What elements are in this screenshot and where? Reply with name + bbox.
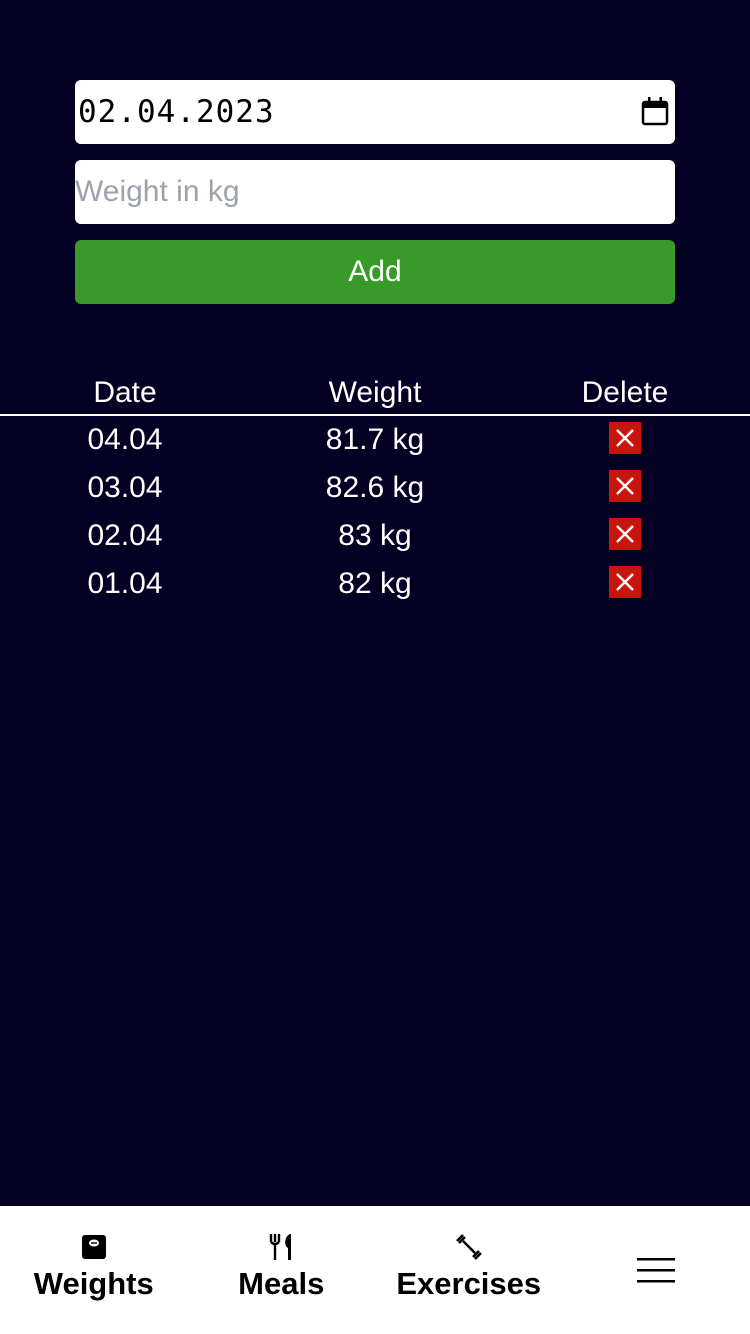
- close-icon: [616, 477, 634, 495]
- row-weight: 81.7 kg: [325, 423, 425, 456]
- hamburger-menu-icon: [637, 1258, 676, 1283]
- delete-button[interactable]: [609, 518, 641, 550]
- nav-item-menu[interactable]: [563, 1206, 750, 1334]
- weights-table: Date Weight Delete 04.04 81.7 kg 03.04 8…: [0, 370, 750, 608]
- header-date: Date: [93, 376, 157, 409]
- close-icon: [616, 429, 634, 447]
- header-weight: Weight: [328, 376, 422, 409]
- date-value[interactable]: 02.04.2023: [75, 94, 275, 130]
- nav-label-weights: Weights: [33, 1266, 154, 1301]
- weight-input[interactable]: [75, 160, 675, 224]
- close-icon: [616, 525, 634, 543]
- table-header: Date Weight Delete: [0, 370, 750, 416]
- delete-button[interactable]: [609, 422, 641, 454]
- weight-field[interactable]: [75, 160, 675, 224]
- row-weight: 82.6 kg: [325, 471, 425, 504]
- nav-item-meals[interactable]: Meals: [188, 1206, 376, 1334]
- date-field[interactable]: 02.04.2023: [75, 80, 675, 144]
- nav-label-meals: Meals: [238, 1266, 325, 1301]
- delete-button[interactable]: [609, 470, 641, 502]
- row-date: 04.04: [87, 423, 163, 456]
- header-delete: Delete: [581, 376, 669, 409]
- close-icon: [616, 573, 634, 591]
- weight-entry-form: 02.04.2023 Add: [75, 80, 675, 304]
- row-date: 03.04: [87, 471, 163, 504]
- nav-item-weights[interactable]: Weights: [0, 1206, 188, 1334]
- calendar-icon[interactable]: [641, 96, 669, 126]
- table-row: 04.04 81.7 kg: [0, 416, 750, 464]
- dumbbell-icon: [455, 1234, 482, 1260]
- add-button[interactable]: Add: [75, 240, 675, 304]
- row-date: 02.04: [87, 519, 163, 552]
- table-row: 02.04 83 kg: [0, 512, 750, 560]
- table-row: 01.04 82 kg: [0, 560, 750, 608]
- table-row: 03.04 82.6 kg: [0, 464, 750, 512]
- bottom-navbar: Weights Meals Exercises: [0, 1206, 750, 1334]
- row-date: 01.04: [87, 567, 163, 600]
- fork-knife-icon: [270, 1234, 292, 1260]
- row-weight: 83 kg: [338, 519, 412, 552]
- nav-item-exercises[interactable]: Exercises: [375, 1206, 563, 1334]
- scale-icon: [81, 1235, 106, 1259]
- delete-button[interactable]: [609, 566, 641, 598]
- nav-label-exercises: Exercises: [396, 1266, 542, 1301]
- row-weight: 82 kg: [338, 567, 412, 600]
